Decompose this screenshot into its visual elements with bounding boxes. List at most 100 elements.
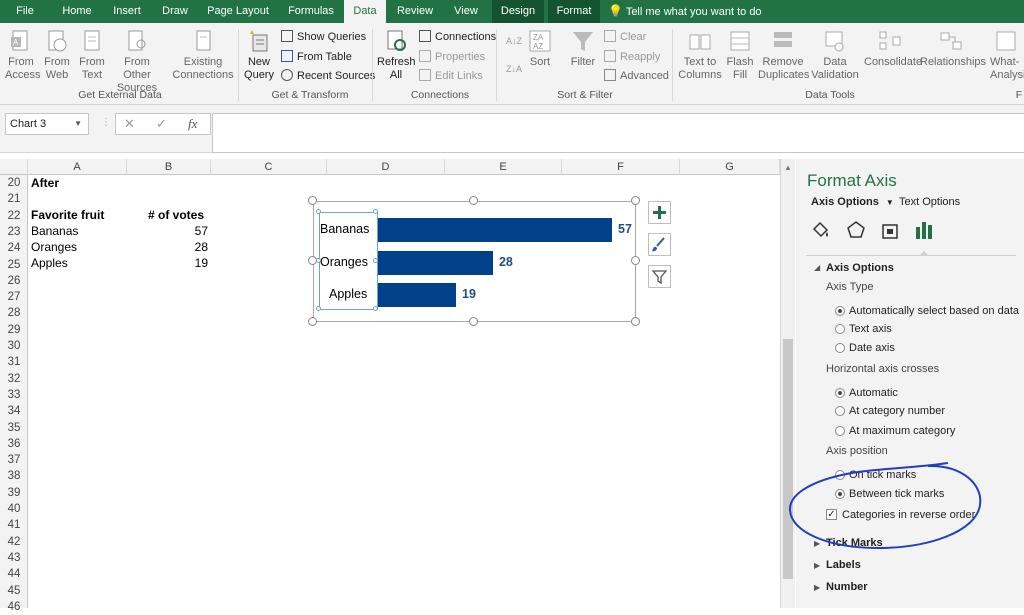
row-header-21[interactable]: 21 <box>0 191 28 207</box>
row-header-25[interactable]: 25 <box>0 257 28 273</box>
sort-az-button[interactable]: A↓Z <box>506 33 522 49</box>
refresh-all-button[interactable]: Refresh All <box>377 29 416 82</box>
tab-text-options[interactable]: Text Options <box>899 196 960 208</box>
filter-button[interactable]: Filter <box>567 29 599 69</box>
tab-design[interactable]: Design <box>492 0 544 23</box>
tab-home[interactable]: Home <box>56 0 98 23</box>
column-header-b[interactable]: B <box>127 159 211 175</box>
tab-insert[interactable]: Insert <box>106 0 148 23</box>
row-header-27[interactable]: 27 <box>0 289 28 305</box>
recent-sources-button[interactable]: Recent Sources <box>281 68 375 84</box>
radio-automatic[interactable] <box>835 388 845 398</box>
cell-a20[interactable]: After <box>31 175 59 191</box>
scrollbar-thumb[interactable] <box>783 339 793 579</box>
resize-handle[interactable] <box>631 196 640 205</box>
section-number[interactable]: Number <box>826 581 868 593</box>
axis-options-icon[interactable] <box>914 219 934 241</box>
chevron-down-icon[interactable]: ▼ <box>74 114 82 134</box>
row-header-30[interactable]: 30 <box>0 338 28 354</box>
tell-me-box[interactable]: 💡 Tell me what you want to do <box>608 0 768 23</box>
column-header-c[interactable]: C <box>211 159 327 175</box>
chart-styles-button[interactable] <box>648 233 671 256</box>
bar-oranges[interactable] <box>378 250 493 275</box>
column-header-f[interactable]: F <box>562 159 680 175</box>
row-header-29[interactable]: 29 <box>0 322 28 338</box>
column-header-g[interactable]: G <box>680 159 780 175</box>
text-to-columns-button[interactable]: Text to Columns <box>677 29 723 82</box>
from-text-button[interactable]: From Text <box>77 29 107 82</box>
tab-format[interactable]: Format <box>548 0 600 23</box>
resize-handle[interactable] <box>308 317 317 326</box>
from-access-button[interactable]: A From Access <box>5 29 40 82</box>
cell-b25[interactable]: 19 <box>148 255 208 271</box>
axis-selection-handle[interactable] <box>373 258 378 263</box>
cell-a24[interactable]: Oranges <box>31 239 77 255</box>
cell-b23[interactable]: 57 <box>148 223 208 239</box>
radio-between-tick-marks[interactable] <box>835 489 845 499</box>
cell-b24[interactable]: 28 <box>148 239 208 255</box>
from-table-button[interactable]: From Table <box>281 49 352 65</box>
sort-za-button[interactable]: Z↓A <box>506 61 522 77</box>
row-header-35[interactable]: 35 <box>0 420 28 436</box>
row-header-43[interactable]: 43 <box>0 550 28 566</box>
whatif-analysis-button[interactable]: What- Analysi <box>990 29 1024 82</box>
row-header-42[interactable]: 42 <box>0 534 28 550</box>
row-header-20[interactable]: 20 <box>0 175 28 191</box>
resize-handle[interactable] <box>308 196 317 205</box>
row-header-45[interactable]: 45 <box>0 583 28 599</box>
select-all-corner[interactable] <box>0 159 28 175</box>
tab-axis-options[interactable]: Axis Options ▼ <box>811 196 894 208</box>
formula-input[interactable] <box>212 113 1024 153</box>
name-box[interactable]: Chart 3 ▼ <box>5 113 89 135</box>
sort-button[interactable]: ZA AZ Sort <box>527 29 553 69</box>
tab-data[interactable]: Data <box>344 0 386 23</box>
scroll-up-icon[interactable]: ▲ <box>784 163 792 172</box>
column-header-e[interactable]: E <box>445 159 562 175</box>
radio-text-axis[interactable] <box>835 324 845 334</box>
row-header-22[interactable]: 22 <box>0 208 28 224</box>
cancel-icon[interactable]: ✕ <box>124 116 135 132</box>
vertical-scrollbar[interactable]: ▲ <box>780 159 795 608</box>
collapse-icon[interactable]: ◢ <box>814 263 820 272</box>
relationships-button[interactable]: Relationships <box>920 29 986 69</box>
chart-filters-button[interactable] <box>648 265 671 288</box>
row-header-34[interactable]: 34 <box>0 403 28 419</box>
row-header-40[interactable]: 40 <box>0 501 28 517</box>
row-header-41[interactable]: 41 <box>0 517 28 533</box>
tab-formulas[interactable]: Formulas <box>282 0 340 23</box>
row-header-37[interactable]: 37 <box>0 452 28 468</box>
radio-maximum-category[interactable] <box>835 426 845 436</box>
section-tick-marks[interactable]: Tick Marks <box>826 537 883 549</box>
tab-file[interactable]: File <box>0 0 50 23</box>
flash-fill-button[interactable]: Flash Fill <box>726 29 754 82</box>
row-header-26[interactable]: 26 <box>0 273 28 289</box>
axis-selection-handle[interactable] <box>316 209 321 214</box>
radio-on-tick-marks[interactable] <box>835 470 845 480</box>
cell-a23[interactable]: Bananas <box>31 223 78 239</box>
radio-date-axis[interactable] <box>835 343 845 353</box>
section-axis-options[interactable]: Axis Options <box>826 262 894 274</box>
tab-view[interactable]: View <box>446 0 486 23</box>
resize-handle[interactable] <box>631 256 640 265</box>
from-web-button[interactable]: From Web <box>42 29 72 82</box>
fill-line-icon[interactable] <box>811 220 831 240</box>
resize-handle[interactable] <box>469 196 478 205</box>
existing-connections-button[interactable]: Existing Connections <box>172 29 234 82</box>
chart-elements-button[interactable] <box>648 201 671 224</box>
tab-page-layout[interactable]: Page Layout <box>202 0 274 23</box>
new-query-button[interactable]: New Query <box>242 29 276 82</box>
expand-icon[interactable]: ▶ <box>814 561 820 570</box>
axis-selection-handle[interactable] <box>316 258 321 263</box>
resize-handle[interactable] <box>631 317 640 326</box>
row-header-39[interactable]: 39 <box>0 485 28 501</box>
row-header-36[interactable]: 36 <box>0 436 28 452</box>
reapply-button[interactable]: Reapply <box>604 49 660 65</box>
reverse-order-checkbox[interactable]: ✓ <box>826 509 837 520</box>
row-header-33[interactable]: 33 <box>0 387 28 403</box>
enter-icon[interactable]: ✓ <box>156 116 167 132</box>
section-labels[interactable]: Labels <box>826 559 861 571</box>
row-header-32[interactable]: 32 <box>0 371 28 387</box>
edit-links-button[interactable]: Edit Links <box>419 68 483 84</box>
properties-button[interactable]: Properties <box>419 49 485 65</box>
column-header-a[interactable]: A <box>28 159 127 175</box>
